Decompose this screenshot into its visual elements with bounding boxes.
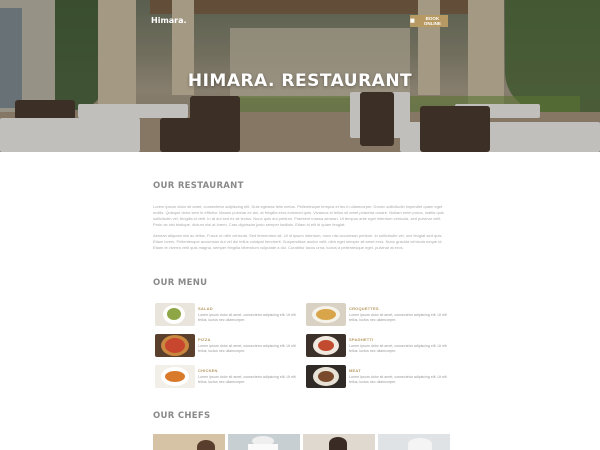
hero-banner: Himara. ▦ BOOK ONLINE HIMARA. RESTAURANT (0, 0, 600, 152)
menu-item-name: SALAD (198, 306, 213, 312)
page-title: HIMARA. RESTAURANT (187, 71, 413, 91)
menu-item-description: Lorem ipsum dolor sit amet, consectetur … (198, 344, 296, 353)
menu-item-description: Lorem ipsum dolor sit amet, consectetur … (198, 375, 296, 384)
menu-item-name: PIZZA (198, 337, 211, 343)
calendar-icon: ▦ (410, 17, 415, 24)
menu-item-pizza[interactable]: PIZZA Lorem ipsum dolor sit amet, consec… (155, 332, 297, 359)
menu-item-name: CHICKEN (198, 368, 218, 374)
book-online-label: BOOK ONLINE (423, 16, 441, 26)
section-title-chefs: OUR CHEFS (153, 411, 211, 421)
about-paragraph-2: Aenean aliquam nisi ac tellus. Fusce ut … (153, 233, 443, 250)
salad-image (155, 303, 195, 326)
menu-item-salad[interactable]: SALAD Lorem ipsum dolor sit amet, consec… (155, 301, 297, 328)
meat-image (306, 365, 346, 388)
section-title-menu: OUR MENU (153, 278, 208, 288)
menu-item-description: Lorem ipsum dolor sit amet, consectetur … (349, 313, 447, 322)
chef-photo[interactable] (228, 434, 300, 450)
section-title-restaurant: OUR RESTAURANT (153, 181, 244, 191)
chef-photo[interactable] (378, 434, 450, 450)
book-online-button[interactable]: ▦ BOOK ONLINE (410, 15, 448, 27)
chicken-image (155, 365, 195, 388)
menu-item-chicken[interactable]: CHICKEN Lorem ipsum dolor sit amet, cons… (155, 363, 297, 390)
spaghetti-image (306, 334, 346, 357)
pizza-image (155, 334, 195, 357)
croquettes-image (306, 303, 346, 326)
menu-item-description: Lorem ipsum dolor sit amet, consectetur … (349, 344, 447, 353)
brand-logo[interactable]: Himara. (151, 16, 187, 25)
chef-photo[interactable] (153, 434, 225, 450)
menu-item-description: Lorem ipsum dolor sit amet, consectetur … (349, 375, 447, 384)
about-paragraph-1: Lorem ipsum dolor sit amet, consectetur … (153, 204, 444, 227)
menu-item-name: CROQUETTES (349, 306, 379, 312)
menu-item-croquettes[interactable]: CROQUETTES Lorem ipsum dolor sit amet, c… (306, 301, 448, 328)
menu-item-spaghetti[interactable]: SPAGHETTI Lorem ipsum dolor sit amet, co… (306, 332, 448, 359)
menu-item-meat[interactable]: MEAT Lorem ipsum dolor sit amet, consect… (306, 363, 448, 390)
menu-item-name: MEAT (349, 368, 361, 374)
menu-item-description: Lorem ipsum dolor sit amet, consectetur … (198, 313, 296, 322)
chef-photo[interactable] (303, 434, 375, 450)
menu-item-name: SPAGHETTI (349, 337, 374, 343)
